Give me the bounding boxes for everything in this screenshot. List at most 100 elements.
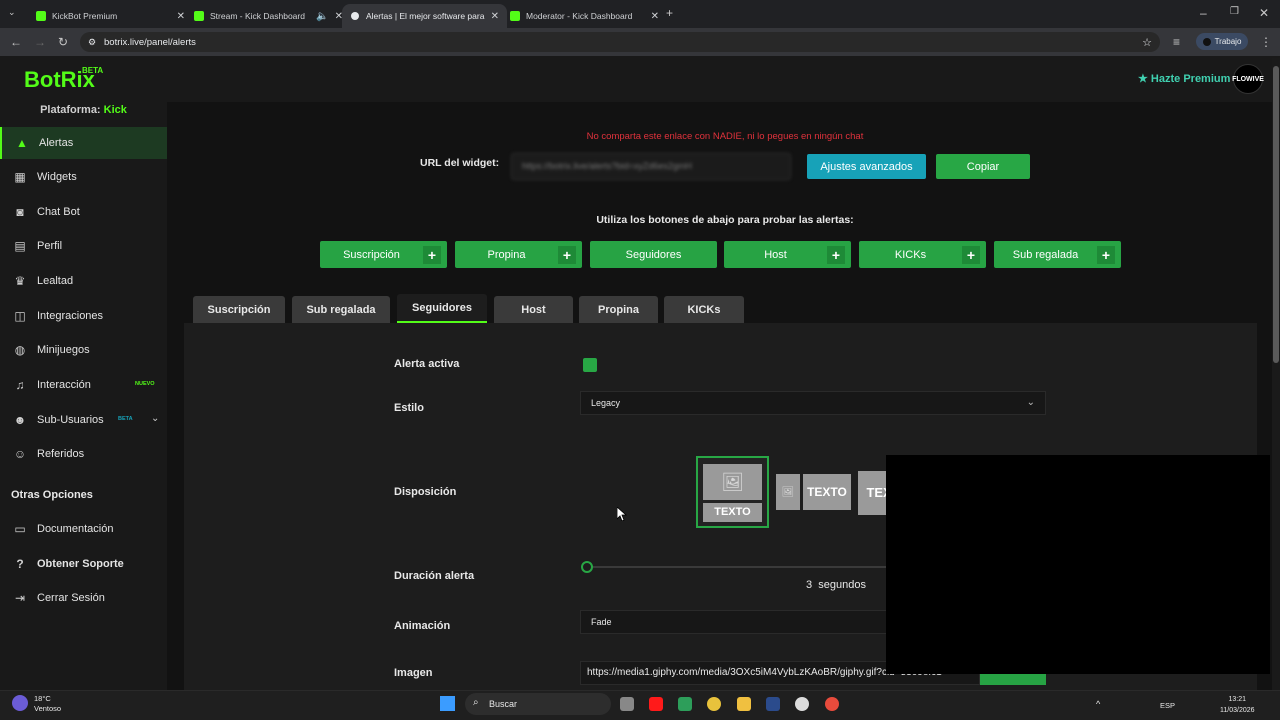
app-icon[interactable] xyxy=(766,697,780,711)
language-indicator[interactable]: ESP xyxy=(1160,701,1175,710)
advanced-settings-button[interactable]: Ajustes avanzados xyxy=(807,154,926,179)
warning-icon: ▲ xyxy=(16,136,28,150)
test-host-button[interactable]: Host + xyxy=(724,241,851,268)
maximize-icon[interactable]: ❐ xyxy=(1230,6,1239,17)
referral-icon: ☺ xyxy=(13,447,27,461)
kick-icon xyxy=(510,11,520,21)
test-sub-regalada-button[interactable]: Sub regalada + xyxy=(994,241,1121,268)
minimize-icon[interactable]: – xyxy=(1200,6,1207,20)
sidebar-item-sub-usuarios[interactable]: ☻ Sub-Usuarios xyxy=(0,404,167,436)
sidebar-item-lealtad[interactable]: ♛ Lealtad xyxy=(0,265,167,297)
file-explorer-icon[interactable] xyxy=(737,697,751,711)
close-icon[interactable]: ✕ xyxy=(491,11,499,22)
widget-url-input[interactable]: https://botrix.live/alerts?bid=xyZd6es2g… xyxy=(511,153,791,180)
plus-icon[interactable]: + xyxy=(827,245,845,264)
style-select[interactable]: Legacy ⌄ xyxy=(580,391,1046,415)
sidebar-item-documentacion[interactable]: ▭ Documentación xyxy=(0,513,167,545)
duration-slider-handle[interactable] xyxy=(581,561,593,573)
black-overlay xyxy=(886,455,1270,674)
plus-icon[interactable]: + xyxy=(962,245,980,264)
sidebar-item-alertas[interactable]: ▲ Alertas xyxy=(0,127,167,159)
address-input[interactable]: ⚙ botrix.live/panel/alerts ☆ xyxy=(80,32,1160,52)
task-view-icon[interactable] xyxy=(620,697,634,711)
tab-propina[interactable]: Propina xyxy=(579,296,658,323)
layout-option-overlay[interactable]: TEXTO xyxy=(858,471,886,515)
scrollbar-thumb[interactable] xyxy=(1273,66,1279,363)
media-control-icon[interactable]: ≡ xyxy=(1173,35,1180,49)
weather-widget[interactable]: 18°C Ventoso xyxy=(34,694,61,714)
test-seguidores-button[interactable]: Seguidores xyxy=(590,241,717,268)
sidebar-item-minijuegos[interactable]: ◍ Minijuegos xyxy=(0,334,167,366)
test-instructions: Utiliza los botones de abajo para probar… xyxy=(596,214,854,226)
chevron-down-icon[interactable]: ⌄ xyxy=(151,413,159,424)
weather-icon[interactable] xyxy=(12,695,28,711)
speaker-icon[interactable]: 🔈 xyxy=(316,11,328,22)
browser-tab-alertas[interactable]: Alertas | El mejor software para ✕ xyxy=(342,4,507,28)
copy-button[interactable]: Copiar xyxy=(936,154,1030,179)
help-icon: ? xyxy=(16,557,24,571)
kick-icon xyxy=(36,11,46,21)
layout-label: Disposición xyxy=(394,486,457,498)
test-suscripcion-button[interactable]: Suscripción + xyxy=(320,241,447,268)
alert-active-checkbox[interactable] xyxy=(583,358,597,372)
taskbar-search[interactable]: ⌕ Buscar xyxy=(465,693,611,715)
tray-chevron-icon[interactable]: ^ xyxy=(1096,699,1100,709)
tab-host[interactable]: Host xyxy=(494,296,573,323)
plus-icon[interactable]: + xyxy=(423,245,441,264)
plus-icon[interactable]: + xyxy=(1097,245,1115,264)
browser-tab-stream[interactable]: Stream - Kick Dashboard 🔈 ✕ xyxy=(186,4,351,28)
layout-option-side[interactable]: 🖼 TEXTO xyxy=(776,474,851,510)
browser-tab-kickbot[interactable]: KickBot Premium ✕ xyxy=(28,4,193,28)
new-tab-icon[interactable]: + xyxy=(666,6,673,20)
sidebar-item-perfil[interactable]: ▤ Perfil xyxy=(0,230,167,262)
sidebar-item-widgets[interactable]: ▦ Widgets xyxy=(0,161,167,193)
sidebar-item-cerrar-sesion[interactable]: ⇥ Cerrar Sesión xyxy=(0,582,167,614)
duration-slider-track[interactable] xyxy=(586,566,886,568)
close-icon[interactable]: ✕ xyxy=(651,11,659,22)
star-icon: ★ xyxy=(1138,73,1151,85)
browser-tab-moderator[interactable]: Moderator - Kick Dashboard ✕ xyxy=(502,4,667,28)
chrome-icon[interactable] xyxy=(707,697,721,711)
tab-suscripcion[interactable]: Suscripción xyxy=(193,296,285,323)
gamepad-icon: ◍ xyxy=(14,343,26,357)
sidebar-item-integraciones[interactable]: ◫ Integraciones xyxy=(0,300,167,332)
back-icon[interactable]: ← xyxy=(10,35,22,49)
sidebar-item-soporte[interactable]: ? Obtener Soporte xyxy=(0,548,167,580)
sidebar-item-chat-bot[interactable]: ◙ Chat Bot xyxy=(0,196,167,228)
user-avatar[interactable]: FLOWIVE xyxy=(1232,64,1264,94)
tab-list-icon[interactable]: ⌄ xyxy=(8,7,16,18)
tab-seguidores[interactable]: Seguidores xyxy=(397,294,487,323)
layout-option-stacked[interactable]: 🖼 TEXTO xyxy=(696,456,769,528)
profile-avatar xyxy=(1202,37,1211,46)
chrome-icon[interactable] xyxy=(825,697,839,711)
app-header xyxy=(0,56,1280,102)
youtube-icon[interactable] xyxy=(649,697,663,711)
browser-tab-bar: ⌄ KickBot Premium ✕ Stream - Kick Dashbo… xyxy=(0,0,1280,28)
system-clock[interactable]: 13:21 11/03/2026 xyxy=(1220,694,1255,716)
window-close-icon[interactable]: ✕ xyxy=(1259,6,1269,20)
mouse-cursor-icon xyxy=(617,507,627,521)
bookmark-star-icon[interactable]: ☆ xyxy=(1142,36,1152,49)
obs-icon[interactable] xyxy=(795,697,809,711)
test-propina-button[interactable]: Propina + xyxy=(455,241,582,268)
duration-value: 3 segundos xyxy=(806,579,866,591)
forward-icon[interactable]: → xyxy=(34,35,46,49)
close-icon[interactable]: ✕ xyxy=(177,11,185,22)
plus-icon[interactable]: + xyxy=(558,245,576,264)
profile-chip[interactable]: Trabajo xyxy=(1196,33,1248,50)
tab-sub-regalada[interactable]: Sub regalada xyxy=(292,296,390,323)
reload-icon[interactable]: ↻ xyxy=(58,35,68,49)
test-kicks-button[interactable]: KICKs + xyxy=(859,241,986,268)
image-placeholder-icon: 🖼 xyxy=(703,464,762,500)
excel-icon[interactable] xyxy=(678,697,692,711)
premium-link[interactable]: ★ Hazte Premium xyxy=(1138,72,1230,85)
kick-icon xyxy=(194,11,204,21)
site-info-icon[interactable]: ⚙ xyxy=(88,37,96,48)
menu-icon[interactable]: ⋮ xyxy=(1260,35,1272,49)
windows-start-icon[interactable] xyxy=(440,696,455,711)
tab-kicks[interactable]: KICKs xyxy=(664,296,744,323)
id-card-icon: ▤ xyxy=(14,239,26,253)
sidebar-item-referidos[interactable]: ☺ Referidos xyxy=(0,438,167,470)
address-bar-row: ← → ↻ ⚙ botrix.live/panel/alerts ☆ ≡ ⋮ xyxy=(0,28,1280,56)
search-icon: ⌕ xyxy=(473,697,479,708)
